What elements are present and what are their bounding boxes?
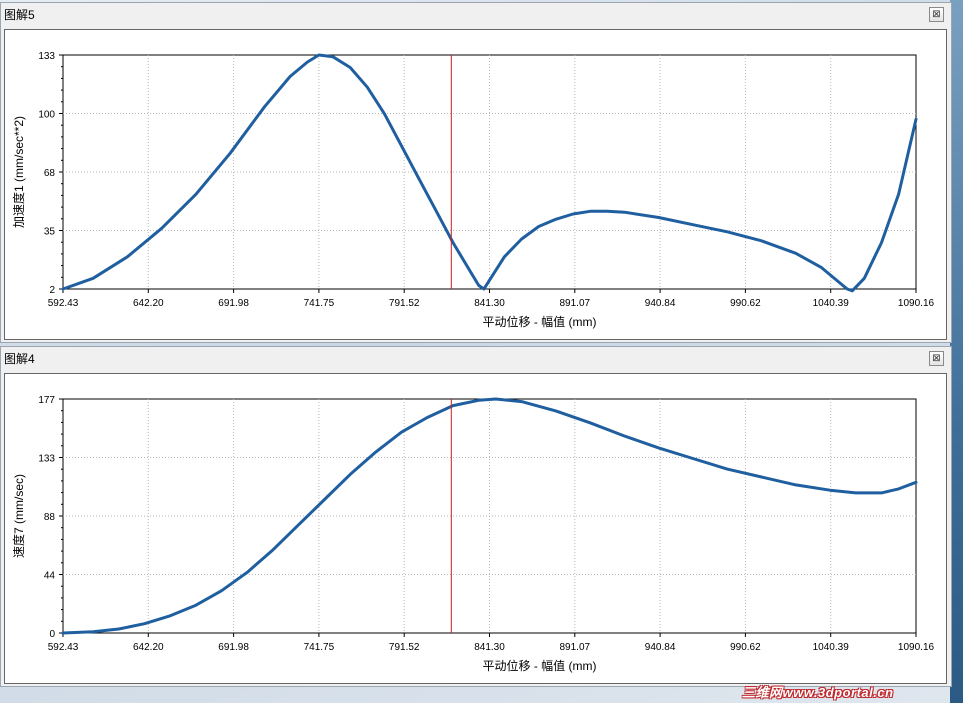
close-button[interactable]: ⊠ [929,351,944,366]
x-tick-label: 891.07 [560,642,591,653]
graph-panel-4: 图解4 ⊠ 592.43 642.20 691.98 741.75 791.52 841.… [0,346,952,687]
x-tick-label: 642.20 [133,642,164,653]
x-tick-label: 741.75 [304,642,335,653]
y-tick-label: 133 [38,454,55,465]
y-tick-label: 2 [49,285,55,296]
x-axis-title: 平动位移 - 幅值 (mm) [483,658,597,673]
x-tick-label: 741.75 [304,298,335,309]
acceleration-chart: 592.43 642.20 691.98 741.75 791.52 841.30 891.… [11,51,935,329]
x-tick-label: 691.98 [218,642,249,653]
x-tick-label: 841.30 [474,642,505,653]
x-tick-label: 1040.39 [813,642,850,653]
y-tick-label: 88 [44,512,56,523]
y-tick-label: 0 [49,629,55,640]
y-tick-label: 177 [38,395,55,406]
y-tick-label: 100 [38,110,55,121]
y-tick-label: 133 [38,51,55,62]
x-tick-label: 642.20 [133,298,164,309]
close-button[interactable]: ⊠ [929,7,944,22]
x-tick-label: 990.62 [730,298,761,309]
y-axis-title: 速度7 (mm/sec) [11,474,26,558]
watermark: 三维网www.3dportal.cn [742,685,894,700]
y-axis-title: 加速度1 (mm/sec**2) [11,116,26,228]
x-tick-label: 891.07 [560,298,591,309]
x-tick-label: 940.84 [645,642,676,653]
x-tick-label: 1090.16 [898,642,935,653]
y-tick-label: 44 [44,571,56,582]
x-tick-label: 990.62 [730,642,761,653]
x-tick-label: 791.52 [389,642,420,653]
x-tick-label: 592.43 [48,298,79,309]
velocity-chart: 592.43 642.20 691.98 741.75 791.52 841.30 891.… [11,395,935,673]
x-tick-label: 791.52 [389,298,420,309]
chart-area: 592.43 642.20 691.98 741.75 791.52 841.30 891.… [4,373,947,684]
y-tick-label: 35 [44,227,56,238]
panel-title: 图解4 [4,352,35,366]
x-tick-label: 592.43 [48,642,79,653]
x-tick-label: 841.30 [474,298,505,309]
x-axis-title: 平动位移 - 幅值 (mm) [483,314,597,329]
graph-panel-5: 图解5 ⊠ 592.43 642.20 691.98 741.75 791.52 841.… [0,2,952,343]
x-tick-label: 940.84 [645,298,676,309]
chart-area: 592.43 642.20 691.98 741.75 791.52 841.30 891.… [4,29,947,340]
panel-title: 图解5 [4,8,35,22]
x-tick-label: 1040.39 [813,298,850,309]
x-tick-label: 691.98 [218,298,249,309]
x-tick-label: 1090.16 [898,298,935,309]
y-tick-label: 68 [44,168,56,179]
